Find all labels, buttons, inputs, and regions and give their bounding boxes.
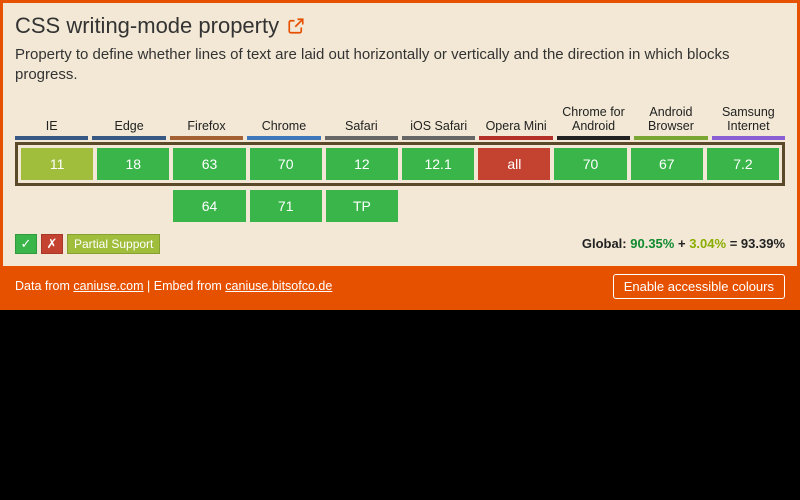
- browser-colour-bar: [402, 136, 475, 140]
- version-cell[interactable]: 7.2: [707, 148, 779, 180]
- browser-name: Firefox: [170, 104, 243, 136]
- browser-colour-bar: [712, 136, 785, 140]
- browser-column: Chrome for Android: [557, 104, 630, 142]
- browser-column: Safari: [325, 104, 398, 142]
- footer-mid: | Embed from: [144, 279, 226, 293]
- embed-link[interactable]: caniuse.bitsofco.de: [225, 279, 332, 293]
- global-partial-pct: 3.04%: [689, 236, 726, 251]
- browser-colour-bar: [15, 136, 88, 140]
- browser-colour-bar: [247, 136, 320, 140]
- browser-column: Opera Mini: [479, 104, 552, 142]
- caniuse-widget: CSS writing-mode property Property to de…: [0, 0, 800, 310]
- browser-name: Safari: [325, 104, 398, 136]
- browser-headers: IEEdgeFirefoxChromeSafariiOS SafariOpera…: [15, 104, 785, 142]
- version-cell[interactable]: 70: [554, 148, 626, 180]
- global-supported-pct: 90.35%: [630, 236, 674, 251]
- footer-prefix: Data from: [15, 279, 73, 293]
- version-cell[interactable]: 11: [21, 148, 93, 180]
- browser-column: Edge: [92, 104, 165, 142]
- version-cell[interactable]: all: [478, 148, 550, 180]
- browser-colour-bar: [92, 136, 165, 140]
- browser-colour-bar: [634, 136, 707, 140]
- browser-colour-bar: [557, 136, 630, 140]
- browser-name: Opera Mini: [479, 104, 552, 136]
- version-cell[interactable]: 12: [326, 148, 398, 180]
- version-cell[interactable]: TP: [326, 190, 398, 222]
- browser-column: Samsung Internet: [712, 104, 785, 142]
- browser-column: IE: [15, 104, 88, 142]
- browser-name: IE: [15, 104, 88, 136]
- browser-column: Firefox: [170, 104, 243, 142]
- version-cell[interactable]: 64: [173, 190, 245, 222]
- global-label: Global:: [582, 236, 627, 251]
- accessible-colours-button[interactable]: Enable accessible colours: [613, 274, 785, 299]
- version-cell[interactable]: 18: [97, 148, 169, 180]
- title-row: CSS writing-mode property: [15, 13, 785, 39]
- version-cell[interactable]: 67: [631, 148, 703, 180]
- footer-credits: Data from caniuse.com | Embed from caniu…: [15, 279, 332, 293]
- version-cell[interactable]: 71: [250, 190, 322, 222]
- version-cell[interactable]: 12.1: [402, 148, 474, 180]
- feature-description: Property to define whether lines of text…: [15, 45, 785, 86]
- legend-row: ✓ ✗ Partial Support Global: 90.35% + 3.0…: [15, 234, 785, 254]
- legend-unsupported: ✗: [41, 234, 63, 254]
- legend-supported: ✓: [15, 234, 37, 254]
- browser-name: iOS Safari: [402, 104, 475, 136]
- browser-column: iOS Safari: [402, 104, 475, 142]
- feature-title: CSS writing-mode property: [15, 13, 279, 39]
- global-plus: +: [678, 236, 686, 251]
- current-version-row: 111863701212.1all70677.2: [15, 142, 785, 186]
- browser-name: Samsung Internet: [712, 104, 785, 136]
- browser-column: Chrome: [247, 104, 320, 142]
- version-cell[interactable]: 63: [173, 148, 245, 180]
- version-cell[interactable]: 70: [250, 148, 322, 180]
- global-equals: =: [730, 236, 738, 251]
- legend-partial: Partial Support: [67, 234, 160, 254]
- browser-colour-bar: [479, 136, 552, 140]
- browser-column: Android Browser: [634, 104, 707, 142]
- external-link-icon[interactable]: [287, 17, 305, 35]
- browser-name: Edge: [92, 104, 165, 136]
- browser-colour-bar: [325, 136, 398, 140]
- widget-footer: Data from caniuse.com | Embed from caniu…: [3, 266, 797, 307]
- global-usage: Global: 90.35% + 3.04% = 93.39%: [582, 236, 785, 251]
- caniuse-link[interactable]: caniuse.com: [73, 279, 143, 293]
- legend: ✓ ✗ Partial Support: [15, 234, 160, 254]
- browser-name: Chrome: [247, 104, 320, 136]
- global-total-pct: 93.39%: [741, 236, 785, 251]
- browser-name: Chrome for Android: [557, 104, 630, 136]
- browser-name: Android Browser: [634, 104, 707, 136]
- browser-colour-bar: [170, 136, 243, 140]
- widget-body: CSS writing-mode property Property to de…: [3, 3, 797, 266]
- next-version-row: 6471TP: [15, 190, 785, 222]
